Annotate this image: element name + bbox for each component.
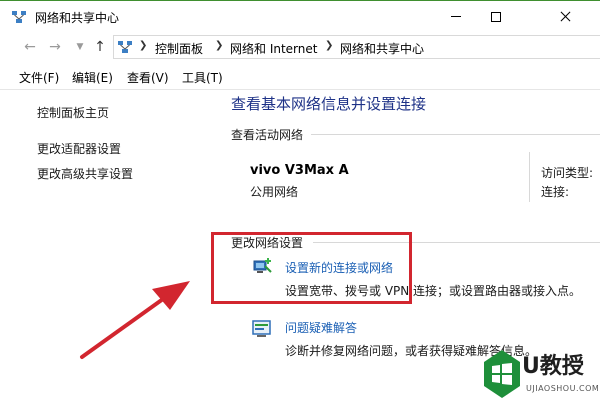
network-category: 公用网络 — [250, 185, 299, 199]
close-button[interactable] — [550, 7, 582, 27]
page-title: 查看基本网络信息并设置连接 — [231, 95, 427, 113]
connections-label: 连接: — [541, 185, 570, 199]
menu-bar: 文件(F) 编辑(E) 查看(V) 工具(T) — [0, 66, 600, 88]
network-name: vivo V3Max A — [250, 163, 349, 178]
access-type-label: 访问类型: — [541, 166, 594, 180]
section-divider — [311, 134, 600, 135]
active-networks-label: 查看活动网络 — [231, 128, 304, 142]
sidebar-item-control-panel-home[interactable]: 控制面板主页 — [37, 104, 109, 121]
menu-tools[interactable]: 工具(T) — [182, 69, 223, 86]
back-arrow-icon[interactable]: ← — [20, 37, 40, 57]
menu-edit[interactable]: 编辑(E) — [72, 69, 113, 86]
breadcrumb-separator-icon: ❯ — [215, 40, 224, 51]
sidebar-item-change-advanced-sharing[interactable]: 更改高级共享设置 — [37, 165, 133, 182]
windows-logo-icon — [484, 350, 520, 398]
breadcrumb-separator-icon: ❯ — [139, 40, 148, 51]
recent-locations-chevron-icon[interactable]: ▼ — [70, 37, 90, 57]
minimize-button[interactable] — [440, 7, 472, 27]
control-panel-icon — [117, 39, 133, 55]
network-center-icon — [11, 9, 27, 25]
title-bar: 网络和共享中心 — [0, 0, 600, 32]
address-bar[interactable]: ❯ 控制面板 ❯ 网络和 Internet ❯ 网络和共享中心 — [113, 35, 600, 59]
watermark-name: U教授 — [522, 354, 584, 379]
highlight-box — [211, 232, 412, 304]
troubleshoot-icon[interactable] — [251, 318, 273, 340]
menu-divider — [0, 89, 600, 90]
watermark-url: UJIAOSHOU.COM — [526, 384, 600, 393]
forward-arrow-icon[interactable]: → — [45, 37, 65, 57]
menu-file[interactable]: 文件(F) — [19, 69, 59, 86]
breadcrumb-network-sharing-center[interactable]: 网络和共享中心 — [340, 40, 424, 57]
column-divider — [529, 152, 530, 202]
navigation-bar: ← → ▼ ↑ ❯ 控制面板 ❯ 网络和 Internet ❯ 网络和共享中心 — [0, 32, 600, 62]
sidebar-item-change-adapter-settings[interactable]: 更改适配器设置 — [37, 140, 121, 157]
breadcrumb-network-internet[interactable]: 网络和 Internet — [230, 40, 317, 57]
up-arrow-icon[interactable]: ↑ — [90, 37, 110, 57]
troubleshoot-problems-link[interactable]: 问题疑难解答 — [285, 319, 357, 336]
breadcrumb-separator-icon: ❯ — [325, 40, 334, 51]
breadcrumb-control-panel[interactable]: 控制面板 — [155, 40, 203, 57]
maximize-button[interactable] — [480, 7, 512, 27]
window-title: 网络和共享中心 — [35, 11, 120, 25]
menu-view[interactable]: 查看(V) — [127, 69, 169, 86]
